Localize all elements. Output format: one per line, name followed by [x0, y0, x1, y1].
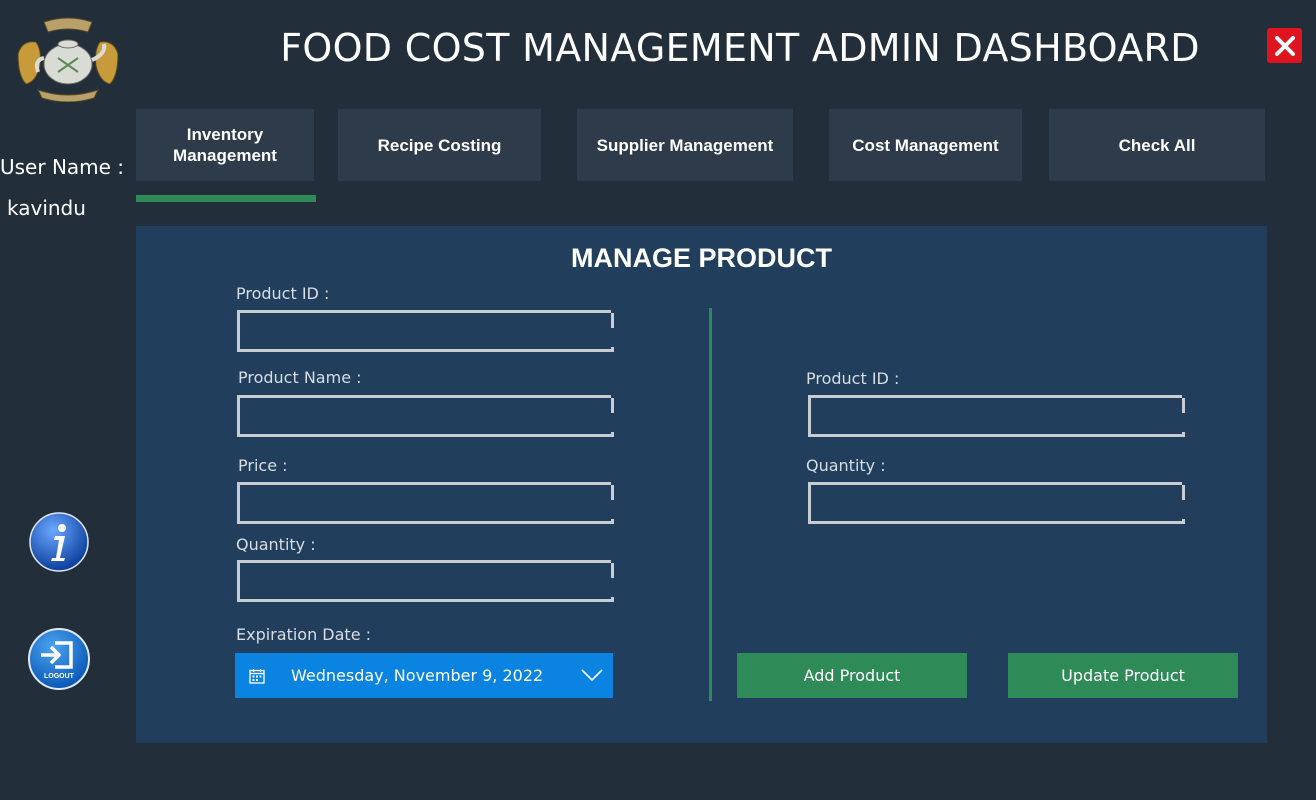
user-name-value: kavindu — [7, 196, 86, 220]
price-label: Price : — [238, 456, 288, 475]
app-logo — [14, 14, 122, 103]
panel-title: MANAGE PRODUCT — [571, 243, 832, 273]
info-button[interactable] — [29, 512, 89, 572]
teapot-crest-logo-icon — [17, 17, 119, 103]
expiration-date-picker[interactable]: Wednesday, November 9, 2022 — [235, 653, 613, 698]
close-button[interactable] — [1267, 28, 1302, 63]
update-quantity-field[interactable] — [808, 482, 1185, 524]
product-name-label: Product Name : — [238, 368, 362, 387]
close-icon — [1274, 35, 1295, 56]
user-name-label: User Name : — [0, 155, 125, 179]
tab-inventory-management[interactable]: Inventory Management — [136, 109, 314, 181]
manage-product-panel: MANAGE PRODUCT Product ID : Product Name… — [136, 226, 1267, 743]
add-product-button[interactable]: Add Product — [737, 653, 967, 698]
tab-cost-management[interactable]: Cost Management — [829, 109, 1022, 181]
logout-button[interactable]: LOGOUT — [27, 627, 90, 690]
calendar-icon — [249, 668, 265, 684]
update-product-id-input[interactable] — [811, 398, 1182, 434]
product-name-field[interactable] — [237, 395, 614, 437]
update-quantity-input[interactable] — [811, 485, 1182, 521]
info-icon — [29, 512, 89, 572]
quantity-label: Quantity : — [236, 535, 316, 554]
product-name-input[interactable] — [240, 398, 611, 434]
product-id-input[interactable] — [240, 313, 611, 349]
logout-caption: LOGOUT — [44, 673, 75, 680]
chevron-down-icon — [581, 669, 603, 682]
price-input[interactable] — [240, 485, 611, 521]
form-divider — [709, 308, 712, 701]
product-id-label: Product ID : — [236, 284, 330, 303]
update-quantity-label: Quantity : — [806, 456, 886, 475]
app-title: FOOD COST MANAGEMENT ADMIN DASHBOARD — [280, 26, 1200, 70]
tab-recipe-costing[interactable]: Recipe Costing — [338, 109, 541, 181]
tab-supplier-management[interactable]: Supplier Management — [577, 109, 793, 181]
tab-check-all[interactable]: Check All — [1049, 109, 1265, 181]
product-id-field[interactable] — [237, 310, 614, 352]
quantity-field[interactable] — [237, 560, 614, 602]
update-product-id-label: Product ID : — [806, 369, 900, 388]
expiration-date-value: Wednesday, November 9, 2022 — [291, 666, 544, 685]
price-field[interactable] — [237, 482, 614, 524]
quantity-input[interactable] — [240, 563, 611, 599]
expiration-date-label: Expiration Date : — [236, 625, 372, 644]
update-product-button[interactable]: Update Product — [1008, 653, 1238, 698]
update-product-id-field[interactable] — [808, 395, 1185, 437]
logout-icon: LOGOUT — [28, 628, 90, 690]
active-tab-indicator — [136, 195, 316, 202]
